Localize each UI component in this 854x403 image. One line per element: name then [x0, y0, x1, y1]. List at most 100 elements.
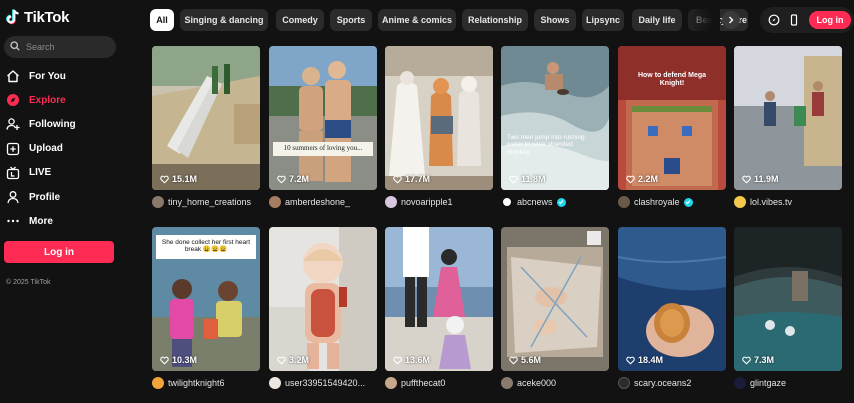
video-thumbnail[interactable]: 10 summers of loving you... 7.2M — [269, 46, 377, 190]
video-thumbnail[interactable]: 18.4M — [618, 227, 726, 371]
sidebar-item-label: Upload — [29, 143, 63, 155]
category-chip-anime-comics[interactable]: Anime & comics — [378, 9, 456, 31]
video-author[interactable]: abcnews — [501, 196, 621, 208]
avatar — [269, 377, 281, 389]
video-thumbnail[interactable]: 3.2M — [269, 227, 377, 371]
person-plus-icon — [6, 117, 20, 131]
video-thumbnail[interactable]: Two men jump into rushing water to save … — [501, 46, 609, 190]
avatar — [501, 196, 513, 208]
view-count: 11.9M — [742, 174, 779, 184]
video-thumbnail[interactable]: How to defend Mega Knight! 2.2M — [618, 46, 726, 190]
tiktok-logo[interactable]: TikTok — [4, 6, 124, 28]
view-count-value: 2.2M — [638, 174, 659, 184]
video-author[interactable]: amberdeshone_ — [269, 196, 389, 208]
video-caption: Two men jump into rushing water to save … — [507, 134, 585, 156]
view-count: 17.7M — [393, 174, 430, 184]
author-name: glintgaze — [750, 378, 787, 388]
avatar — [618, 377, 630, 389]
video-author[interactable]: aceke000 — [501, 377, 621, 389]
device-icon[interactable] — [787, 13, 801, 27]
avatar — [152, 196, 164, 208]
category-chip-sports[interactable]: Sports — [330, 9, 372, 31]
video-author[interactable]: clashroyale — [618, 196, 738, 208]
view-count: 7.2M — [277, 174, 309, 184]
category-chip-relationship[interactable]: Relationship — [462, 9, 528, 31]
compass-icon — [6, 93, 20, 107]
scroll-right-button[interactable] — [722, 11, 740, 29]
author-name: lol.vibes.tv — [750, 197, 793, 207]
sidebar-nav: For You Explore Following Upload LIVE Pr… — [4, 64, 124, 233]
category-chip-comedy[interactable]: Comedy — [276, 9, 324, 31]
view-count: 3.2M — [277, 355, 309, 365]
video-thumbnail[interactable]: She done collect her first heart break 😩… — [152, 227, 260, 371]
view-count: 18.4M — [626, 355, 663, 365]
sidebar-item-profile[interactable]: Profile — [4, 185, 124, 209]
view-count: 11.8M — [509, 174, 546, 184]
sidebar-item-live[interactable]: LIVE — [4, 161, 124, 185]
author-name: scary.oceans2 — [634, 378, 692, 388]
more-dots-icon — [6, 214, 20, 228]
sidebar-item-explore[interactable]: Explore — [4, 88, 124, 112]
sidebar-item-for-you[interactable]: For You — [4, 64, 124, 88]
category-chip-shows[interactable]: Shows — [534, 9, 576, 31]
sidebar-item-label: Explore — [29, 94, 66, 106]
login-button[interactable]: Log in — [4, 241, 114, 264]
app-name: TikTok — [24, 8, 70, 26]
video-author[interactable]: twilightknight6 — [152, 377, 272, 389]
video-author[interactable]: lol.vibes.tv — [734, 196, 854, 208]
video-author[interactable]: puffthecat0 — [385, 377, 505, 389]
sidebar-item-label: For You — [29, 70, 66, 82]
video-caption: She done collect her first heart break 😩… — [161, 239, 251, 254]
view-count-value: 11.8M — [521, 174, 546, 184]
heart-outline-icon — [277, 175, 286, 184]
avatar — [269, 196, 281, 208]
sidebar-item-upload[interactable]: Upload — [4, 137, 124, 161]
video-author[interactable]: scary.oceans2 — [618, 377, 738, 389]
video-thumbnail[interactable]: 11.9M — [734, 46, 842, 190]
sidebar-item-label: Profile — [29, 191, 61, 203]
video-caption: How to defend Mega Knight! — [637, 72, 707, 88]
view-count-value: 10.3M — [172, 355, 198, 365]
search-input[interactable]: Search — [4, 36, 116, 58]
sidebar-item-label: LIVE — [29, 167, 52, 179]
author-name: tiny_home_creations — [168, 197, 252, 207]
view-count-value: 11.9M — [754, 174, 779, 184]
coin-icon[interactable] — [767, 13, 781, 27]
avatar — [152, 377, 164, 389]
sidebar-item-label: Following — [29, 118, 76, 130]
video-thumbnail[interactable]: 13.6M — [385, 227, 493, 371]
video-thumbnail[interactable]: 15.1M — [152, 46, 260, 190]
sidebar-item-following[interactable]: Following — [4, 112, 124, 136]
view-count-value: 7.2M — [289, 174, 310, 184]
view-count: 13.6M — [393, 355, 430, 365]
video-author[interactable]: novoaripple1 — [385, 196, 505, 208]
video-author[interactable]: tiny_home_creations — [152, 196, 272, 208]
category-chip-daily-life[interactable]: Daily life — [632, 9, 682, 31]
category-chip-all[interactable]: All — [150, 9, 174, 31]
top-login-button[interactable]: Log in — [809, 11, 851, 29]
tiktok-note-icon — [6, 9, 20, 25]
category-chip-singing-dancing[interactable]: Singing & dancing — [180, 9, 268, 31]
sidebar: TikTok Search For You Explore Following — [0, 0, 128, 403]
view-count: 5.6M — [509, 355, 541, 365]
verified-badge-icon — [556, 197, 566, 207]
video-author[interactable]: user33951549420... — [269, 377, 389, 389]
view-count: 2.2M — [626, 174, 658, 184]
category-chip-lipsync[interactable]: Lipsync — [582, 9, 624, 31]
video-author[interactable]: glintgaze — [734, 377, 854, 389]
video-thumbnail[interactable]: 17.7M — [385, 46, 493, 190]
heart-outline-icon — [160, 175, 169, 184]
video-thumbnail[interactable]: 5.6M — [501, 227, 609, 371]
author-name: novoaripple1 — [401, 197, 453, 207]
sidebar-item-more[interactable]: More — [4, 209, 124, 233]
avatar — [385, 377, 397, 389]
copyright-text: © 2025 TikTok — [6, 279, 51, 287]
video-caption: 10 summers of loving you... — [283, 144, 363, 152]
video-thumbnail[interactable]: 7.3M — [734, 227, 842, 371]
home-icon — [6, 69, 20, 83]
search-placeholder: Search — [26, 42, 55, 52]
heart-outline-icon — [393, 356, 402, 365]
search-icon — [10, 38, 20, 56]
category-bar: All Singing & dancing Comedy Sports Anim… — [150, 7, 854, 33]
heart-outline-icon — [742, 356, 751, 365]
